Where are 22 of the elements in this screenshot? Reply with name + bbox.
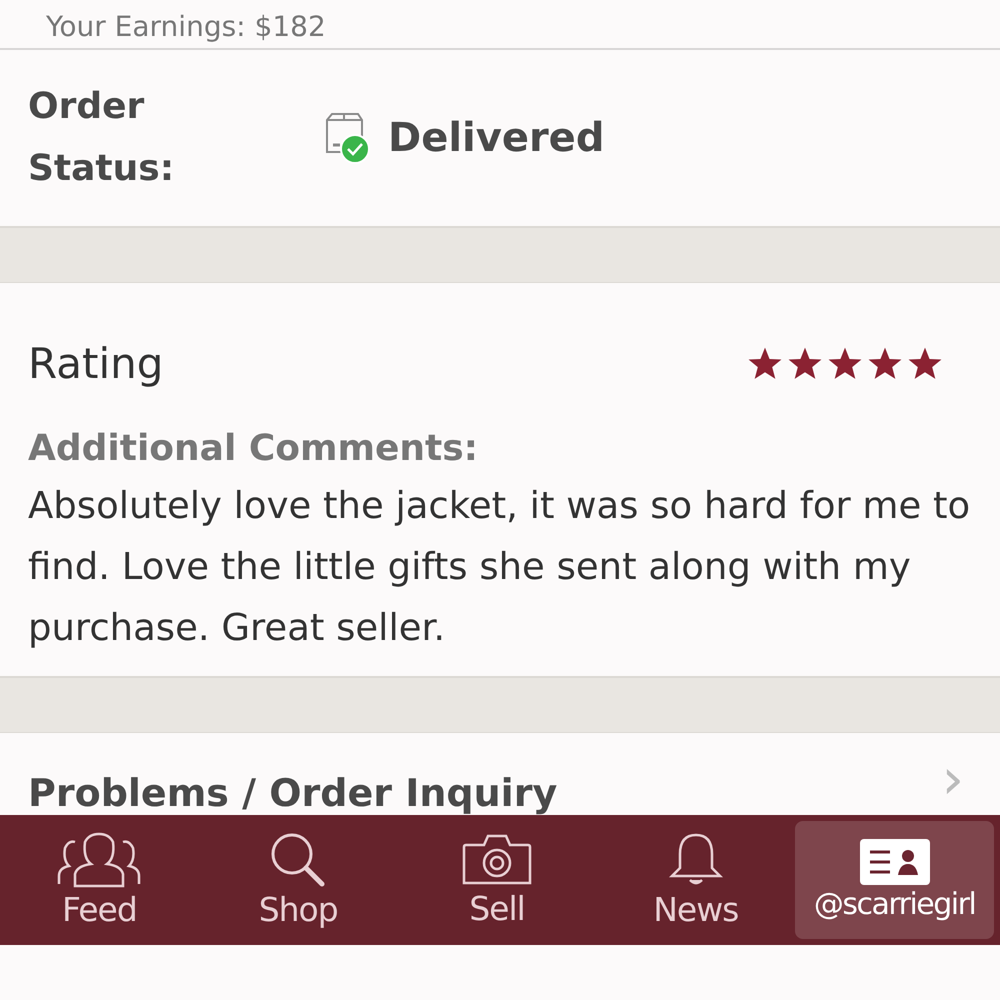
comments-text: Absolutely love the jacket, it was so hard for me to find. Love the little gifts she sent along with my purchase. Great seller. (28, 483, 972, 651)
bell-icon (668, 832, 724, 888)
tab[interactable]: Feed (0, 821, 199, 939)
people-icon (55, 832, 144, 888)
order-status-label: Order Status: (28, 85, 176, 191)
order-status-value: Delivered (388, 115, 604, 161)
id-card-icon (860, 838, 930, 884)
camera-icon (462, 832, 532, 886)
tab[interactable]: News (596, 821, 796, 939)
star-icon (826, 346, 864, 382)
comments-label: Additional Comments: (28, 428, 480, 469)
tab[interactable]: Sell (398, 821, 596, 939)
earnings-text: Your Earnings: $182 (46, 10, 326, 45)
problems-link[interactable]: Problems / Order Inquiry › (0, 733, 1000, 815)
tab[interactable]: Shop (198, 821, 398, 939)
tab[interactable]: @scarriegirl (795, 821, 994, 939)
box-check-icon (324, 112, 370, 164)
star-icon (906, 346, 944, 382)
rating-title: Rating (28, 339, 164, 388)
star-icon (746, 346, 784, 382)
star-icon (866, 346, 904, 382)
star-icon (786, 346, 824, 382)
